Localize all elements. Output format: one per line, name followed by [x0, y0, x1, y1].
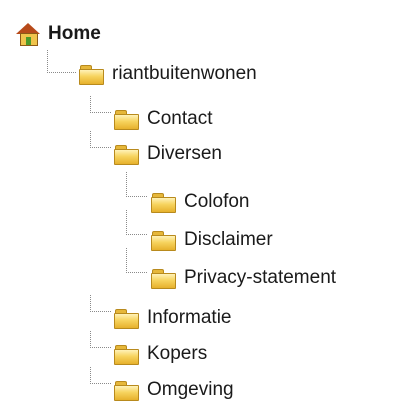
- tree-connector: [90, 367, 111, 384]
- tree-connector: [126, 210, 147, 235]
- folder-icon: [79, 64, 104, 85]
- folder-icon: [114, 144, 139, 165]
- folder-icon: [151, 268, 176, 289]
- tree-node-label: Kopers: [147, 343, 208, 364]
- tree-node-omgeving[interactable]: Omgeving: [114, 373, 234, 407]
- tree-connector: [126, 172, 147, 197]
- site-tree: Home riantbuitenwonen Contact Diversen C…: [0, 0, 398, 415]
- tree-connector: [90, 131, 111, 148]
- tree-node-disclaimer[interactable]: Disclaimer: [151, 223, 273, 257]
- tree-node-informatie[interactable]: Informatie: [114, 301, 231, 335]
- folder-icon: [114, 380, 139, 401]
- tree-node-label: Contact: [147, 108, 213, 129]
- tree-node-colofon[interactable]: Colofon: [151, 185, 250, 219]
- home-icon: [15, 23, 42, 46]
- folder-icon: [114, 109, 139, 130]
- tree-node-label: Diversen: [147, 143, 222, 164]
- tree-connector: [90, 96, 111, 113]
- tree-connector: [47, 50, 76, 73]
- tree-node-label: Informatie: [147, 307, 232, 328]
- tree-node-label: Disclaimer: [184, 229, 273, 250]
- tree-node-contact[interactable]: Contact: [114, 102, 212, 136]
- tree-node-label: Privacy-statement: [184, 267, 337, 288]
- tree-node-label: Home: [48, 23, 101, 44]
- tree-connector: [90, 331, 111, 348]
- folder-icon: [114, 308, 139, 329]
- folder-icon: [151, 192, 176, 213]
- tree-node-home[interactable]: Home: [15, 17, 101, 51]
- tree-node-privacy-statement[interactable]: Privacy-statement: [151, 261, 336, 295]
- folder-icon: [114, 344, 139, 365]
- folder-icon: [151, 230, 176, 251]
- tree-connector: [126, 248, 147, 273]
- tree-node-diversen[interactable]: Diversen: [114, 137, 222, 171]
- tree-node-label: riantbuitenwonen: [112, 63, 257, 84]
- tree-node-riantbuitenwonen[interactable]: riantbuitenwonen: [79, 57, 257, 91]
- tree-node-label: Omgeving: [147, 379, 234, 400]
- tree-node-kopers[interactable]: Kopers: [114, 337, 207, 371]
- tree-node-label: Colofon: [184, 191, 250, 212]
- tree-connector: [90, 295, 111, 312]
